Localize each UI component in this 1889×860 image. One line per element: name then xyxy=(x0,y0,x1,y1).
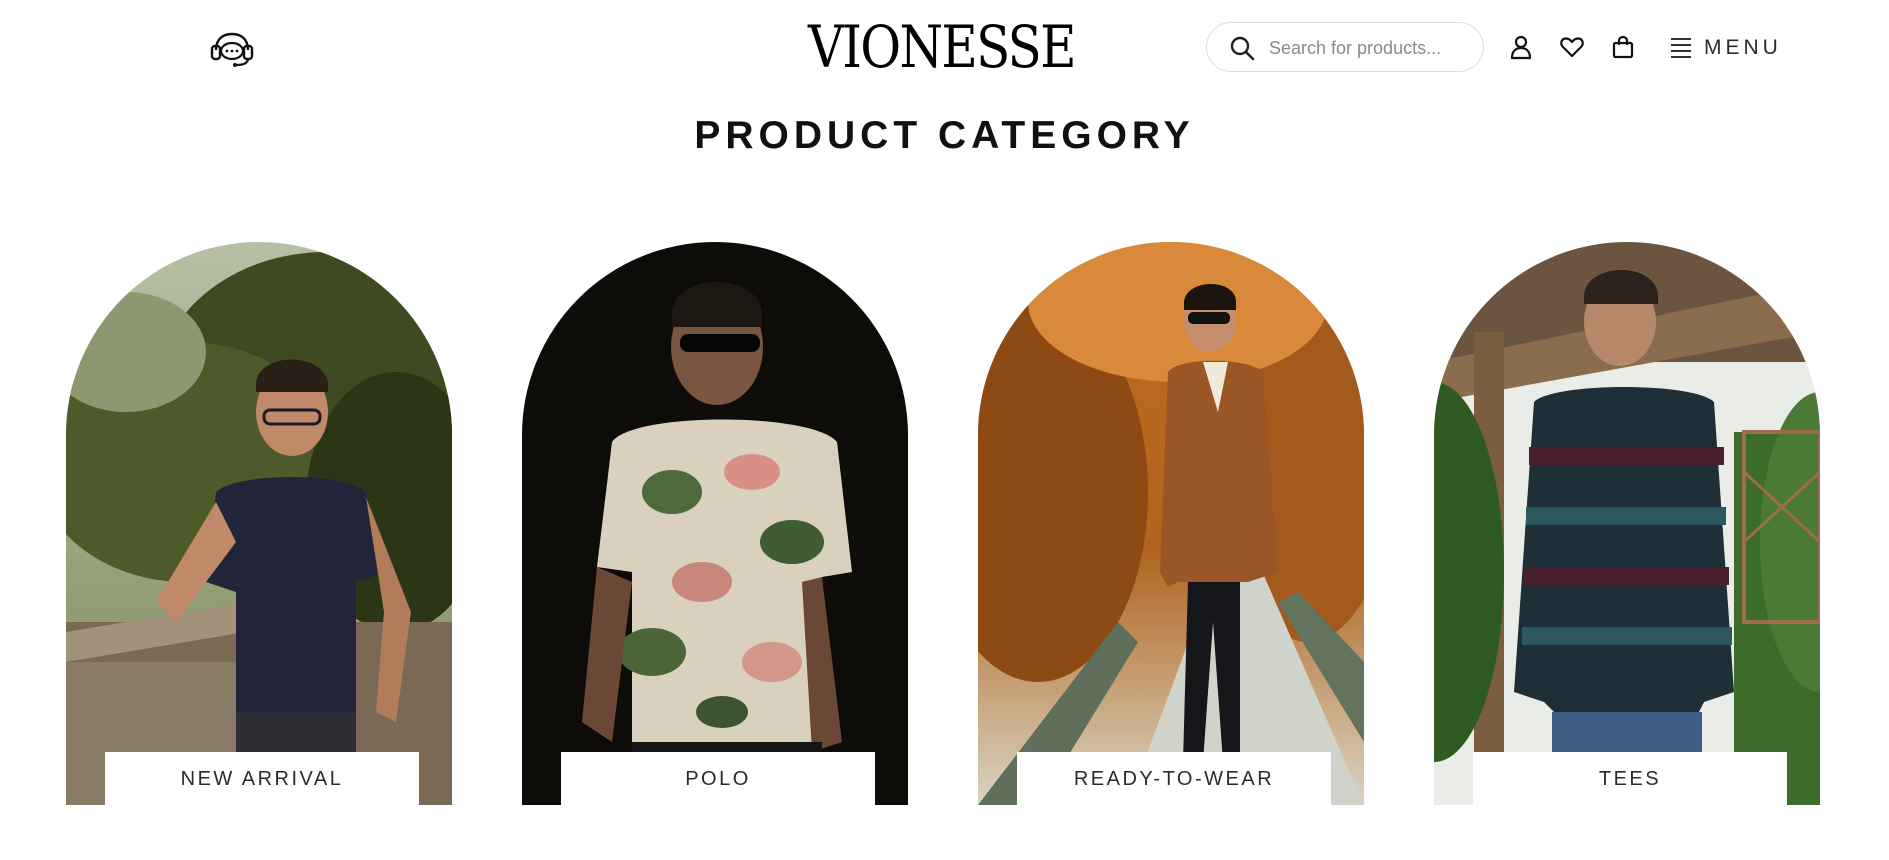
search-input[interactable] xyxy=(1267,23,1471,73)
search-box xyxy=(1206,22,1484,73)
shopping-bag-icon[interactable] xyxy=(1610,34,1636,60)
support-headset-icon[interactable] xyxy=(210,30,254,68)
category-label: NEW ARRIVAL xyxy=(105,752,419,805)
category-card-new-arrival[interactable]: NEW ARRIVAL xyxy=(66,242,452,805)
user-icon[interactable] xyxy=(1508,34,1534,60)
category-image-tees xyxy=(1434,242,1820,805)
menu-button[interactable]: MENU xyxy=(1670,30,1780,66)
site-header: VIONESSE MENU xyxy=(0,0,1889,96)
category-image-new-arrival xyxy=(66,242,452,805)
category-card-ready-to-wear[interactable]: READY-TO-WEAR xyxy=(978,242,1364,805)
heart-icon[interactable] xyxy=(1559,34,1585,60)
menu-label: MENU xyxy=(1704,36,1782,59)
category-label: READY-TO-WEAR xyxy=(1017,752,1331,805)
brand-logo[interactable]: VIONESSE xyxy=(808,14,1077,80)
category-image-ready-to-wear xyxy=(978,242,1364,805)
category-label: POLO xyxy=(561,752,875,805)
category-card-polo[interactable]: POLO xyxy=(522,242,908,805)
category-card-tees[interactable]: TEES xyxy=(1434,242,1820,805)
category-label: TEES xyxy=(1473,752,1787,805)
section-title: PRODUCT CATEGORY xyxy=(694,114,1195,157)
category-image-polo xyxy=(522,242,908,805)
search-icon[interactable] xyxy=(1229,35,1255,61)
hamburger-menu-icon xyxy=(1671,38,1691,58)
